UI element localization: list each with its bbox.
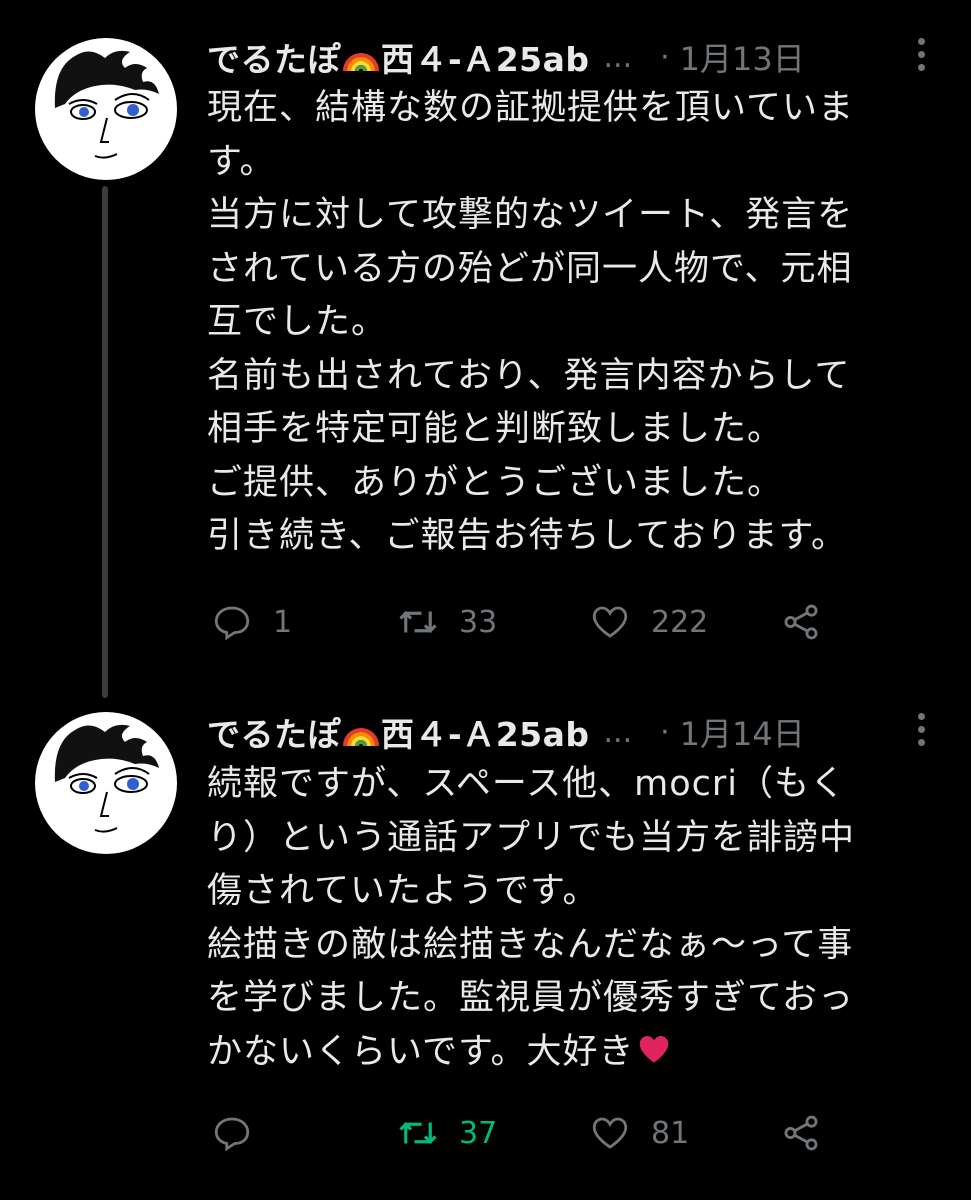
tweet-line: されている方の殆どが同一人物で、元相	[207, 248, 853, 289]
more-icon[interactable]	[911, 38, 931, 78]
tweet-line: かないくらいです。大好き	[207, 1031, 635, 1072]
tweet-line: 絵描きの敵は絵描きなんだなぁ〜って事	[207, 924, 854, 965]
retweet-icon	[399, 1122, 437, 1144]
tweet-text: 現在、結構な数の証拠提供を頂いていま す。 当方に対して攻撃的なツイート、発言を…	[207, 82, 947, 564]
tweet-line: 互でした。	[207, 302, 388, 342]
share-icon	[784, 1115, 818, 1151]
share-button[interactable]	[780, 592, 822, 652]
retweet-button[interactable]: 33	[397, 592, 497, 652]
rainbow-emoji	[343, 728, 379, 747]
avatar[interactable]	[35, 38, 177, 180]
reply-count: 1	[273, 604, 293, 640]
like-count: 81	[651, 1115, 690, 1151]
tweet-line: す。	[207, 141, 276, 182]
like-button[interactable]: 222	[589, 592, 708, 652]
reply-icon	[214, 1117, 250, 1152]
avatar-illustration	[54, 50, 159, 159]
tweet-line: り）という通話アプリでも当方を誹謗中	[207, 817, 856, 858]
tweet-line: 続報ですが、スペース他、mocri（もく	[207, 764, 846, 804]
reply-button[interactable]	[211, 1103, 273, 1163]
tweet-actions: 1 33 222	[207, 592, 827, 652]
share-button[interactable]	[780, 1103, 822, 1163]
separator-dot: ·	[660, 39, 670, 75]
tweet-actions: 37 81	[207, 1103, 827, 1163]
rainbow-emoji	[343, 53, 379, 72]
display-name[interactable]: でるたぽ 西４-Ａ25ab	[207, 708, 590, 756]
retweet-count: 33	[459, 604, 498, 640]
separator-dot: ·	[660, 714, 670, 750]
avatar[interactable]	[35, 712, 177, 854]
tweet-text: 続報ですが、スペース他、mocri（もく り）という通話アプリでも当方を誹謗中 …	[207, 758, 947, 1079]
display-name[interactable]: でるたぽ 西４-Ａ25ab	[207, 33, 590, 81]
more-icon[interactable]	[911, 713, 931, 753]
red-heart-emoji	[640, 1035, 669, 1062]
avatar-illustration	[54, 724, 159, 833]
tweet-line: 現在、結構な数の証拠提供を頂いていま	[207, 88, 854, 128]
tweet-line: ご提供、ありがとうございました。	[207, 462, 784, 503]
reply-button[interactable]: 1	[211, 592, 292, 652]
reply-icon	[214, 606, 250, 641]
retweet-button[interactable]: 37	[397, 1103, 497, 1163]
retweet-count: 37	[459, 1115, 498, 1151]
like-icon	[592, 606, 628, 638]
like-icon	[592, 1117, 628, 1149]
like-button[interactable]: 81	[589, 1103, 689, 1163]
share-icon	[784, 604, 818, 640]
retweet-icon	[399, 611, 437, 633]
tweet-line: 引き続き、ご報告お待ちしております。	[207, 516, 847, 556]
tweet-header: でるたぽ 西４-Ａ25ab ... · 1月14日	[207, 707, 931, 757]
name-ellipsis: ...	[603, 39, 633, 75]
tweet-date[interactable]: 1月13日	[680, 34, 805, 80]
tweet-line: 名前も出されており、発言内容からして	[207, 355, 851, 396]
tweet-line-with-emoji: かないくらいです。大好き	[207, 1026, 947, 1080]
tweet-line: 当方に対して攻撃的なツイート、発言を	[207, 195, 854, 235]
tweet-header: でるたぽ 西４-Ａ25ab ... · 1月13日	[207, 32, 931, 82]
tweet-line: 傷されていたようです。	[207, 871, 599, 911]
tweet-date[interactable]: 1月14日	[680, 709, 805, 755]
tweet-line: を学びました。監視員が優秀すぎておっ	[207, 978, 854, 1018]
like-count: 222	[651, 604, 709, 640]
name-ellipsis: ...	[603, 714, 633, 750]
thread-line	[102, 186, 108, 698]
tweet-line: 相手を特定可能と判断致しました。	[207, 409, 784, 449]
